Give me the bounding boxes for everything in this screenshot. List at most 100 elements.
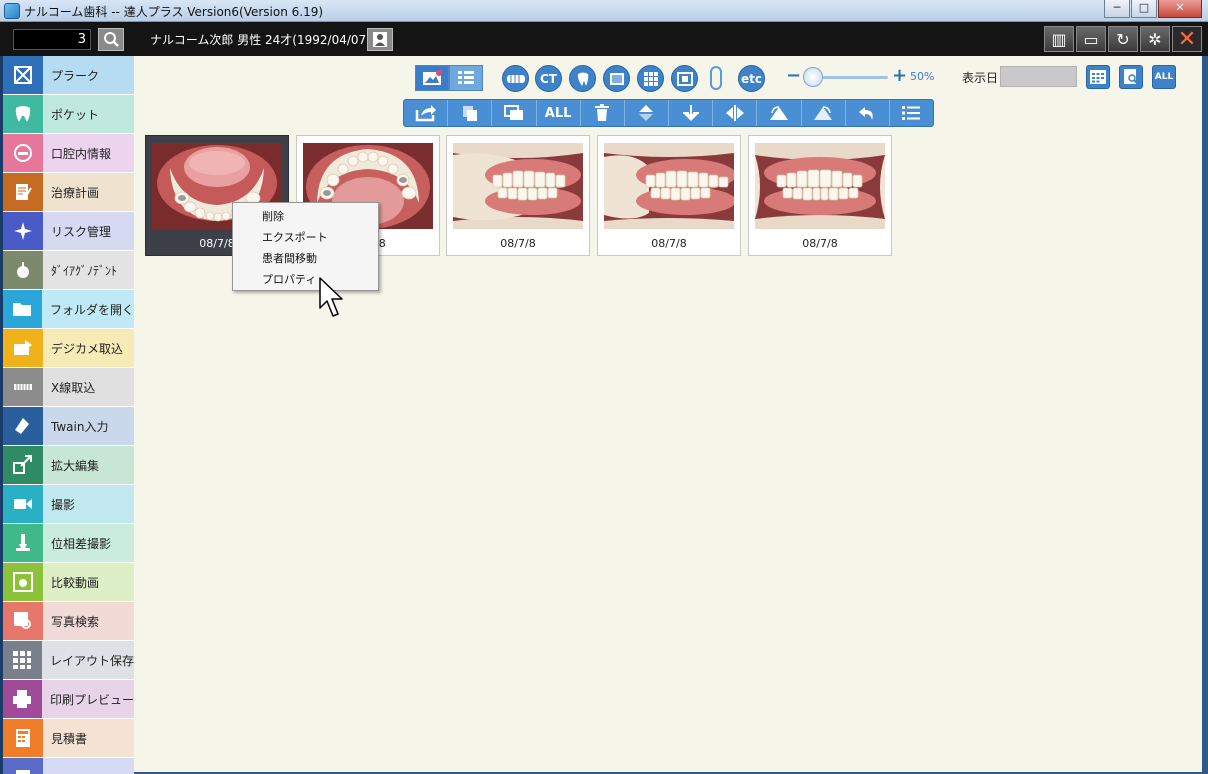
sidebar-item[interactable]: Twain入力	[3, 407, 134, 446]
estimate-icon	[3, 719, 43, 757]
flip-vertical-button[interactable]	[625, 100, 670, 126]
settings-button[interactable]: ✲	[1140, 26, 1170, 52]
select-all-button[interactable]: ALL	[537, 100, 581, 126]
zoom-value: 50%	[910, 70, 935, 83]
refresh-icon: ↻	[1116, 29, 1130, 49]
date-search-button[interactable]	[1119, 65, 1143, 89]
grid-filter-button[interactable]	[637, 65, 664, 92]
calendar-icon	[1090, 70, 1106, 84]
intraoral-filter-button[interactable]	[502, 65, 529, 92]
menu-item-move-patient[interactable]: 患者間移動	[233, 248, 378, 269]
plaque-icon	[3, 56, 43, 94]
tooth-filter-button[interactable]	[569, 65, 596, 92]
sidebar-item[interactable]: ﾀﾞｲｱｸﾞﾉﾃﾞﾝﾄ	[3, 251, 134, 290]
layout-icon	[3, 641, 42, 679]
print-icon	[3, 680, 42, 718]
frontal-photo	[755, 143, 885, 229]
photo-thumbnail-3[interactable]: 08/7/8	[446, 135, 590, 256]
link-icon[interactable]	[710, 66, 722, 90]
flip-horizontal-button[interactable]	[713, 100, 758, 126]
folder-icon	[3, 290, 42, 328]
rotate-right-icon	[814, 106, 833, 120]
sidebar-item[interactable]: 位相差撮影	[3, 524, 134, 563]
sidebar-item[interactable]: ポケット	[3, 95, 134, 134]
duplicate-button[interactable]	[492, 100, 537, 126]
grid-icon	[643, 71, 658, 86]
menu-item-delete[interactable]: 削除	[233, 206, 378, 227]
photo-thumbnail-4[interactable]: 08/7/8	[597, 135, 741, 256]
zoom-edit-icon	[3, 446, 43, 484]
rotate-right-button[interactable]	[802, 100, 846, 126]
sidebar-item-label: 印刷プレビュー	[49, 692, 134, 707]
camera-import-icon	[3, 329, 43, 367]
sidebar-item-label: X線取込	[51, 380, 96, 395]
monitor-icon: ▭	[1083, 29, 1099, 49]
image-view-icon	[423, 70, 442, 85]
manual-button[interactable]: ▥	[1044, 26, 1074, 52]
list-button[interactable]	[890, 100, 933, 126]
patient-profile-button[interactable]	[367, 28, 393, 51]
thumbnail-context-menu: 削除 エクスポート 患者間移動 プロパティ	[232, 202, 379, 291]
sidebar-item-label: フォルダを開く	[49, 302, 134, 317]
undo-button[interactable]	[846, 100, 890, 126]
export-button[interactable]	[404, 100, 449, 126]
sidebar-item[interactable]: X線取込	[3, 368, 134, 407]
list-view-button[interactable]	[449, 65, 483, 91]
close-window-button[interactable]: ✕	[1158, 0, 1202, 18]
exit-button[interactable]: ✕	[1172, 26, 1202, 52]
menu-item-export[interactable]: エクスポート	[233, 227, 378, 248]
close-icon: ✕	[1177, 26, 1197, 52]
patient-id-input[interactable]: 3	[13, 29, 91, 50]
window-controls: ─ □ ✕	[1103, 0, 1202, 18]
minimize-button[interactable]: ─	[1104, 0, 1130, 18]
rotate-left-icon	[769, 106, 788, 120]
header-actions: ▥ ▭ ↻ ✲ ✕	[1042, 26, 1202, 52]
thumbnail-view-button[interactable]	[415, 65, 449, 91]
display-date-input[interactable]	[1000, 66, 1077, 87]
photo-search-icon	[3, 602, 43, 640]
patient-search-button[interactable]	[98, 28, 124, 51]
sidebar-item[interactable]: 見積書	[3, 719, 134, 758]
sidebar-item[interactable]: 写真検索	[3, 602, 134, 641]
monitor-button[interactable]: ▭	[1076, 26, 1106, 52]
xray-filter-button[interactable]	[603, 65, 630, 92]
calendar-button[interactable]	[1086, 65, 1110, 89]
sidebar-item[interactable]: プラーク	[3, 56, 134, 95]
etc-filter-button[interactable]: etc	[738, 65, 765, 92]
copy-button[interactable]	[448, 100, 493, 126]
sidebar-item[interactable]: フォルダを開く	[3, 290, 134, 329]
sidebar-item[interactable]: 拡大編集	[3, 446, 134, 485]
user-settings-icon: ✲	[1148, 29, 1162, 49]
ct-filter-button[interactable]: CT	[535, 65, 562, 92]
thumbnail-date: 08/7/8	[500, 237, 536, 250]
flip-down-button[interactable]	[669, 100, 714, 126]
sidebar-item[interactable]: 印刷プレビュー	[3, 680, 134, 719]
all-dates-button[interactable]: ALL	[1152, 65, 1176, 89]
menu-item-properties[interactable]: プロパティ	[233, 269, 378, 290]
refresh-button[interactable]: ↻	[1108, 26, 1138, 52]
photo-thumbnail-5[interactable]: 08/7/8	[748, 135, 892, 256]
zoom-slider-handle[interactable]	[803, 67, 823, 87]
film-filter-button[interactable]	[671, 65, 698, 92]
mouth-icon	[3, 134, 43, 172]
patient-info: ナルコーム次郎 男性 24才(1992/04/07)	[150, 33, 371, 47]
zoom-out-button[interactable]: −	[786, 65, 801, 86]
sidebar-item[interactable]: 比較動画	[3, 563, 134, 602]
sidebar-item[interactable]: レイアウト保存	[3, 641, 134, 680]
sidebar-item-label: 口腔内情報	[51, 146, 112, 161]
tooth-pocket-icon	[3, 95, 43, 133]
sidebar-item-label: 写真検索	[51, 614, 100, 629]
xray-image-icon	[609, 72, 624, 85]
compare-video-icon	[3, 563, 43, 601]
sidebar-item[interactable]: 治療計画	[3, 173, 134, 212]
zoom-in-button[interactable]: +	[892, 65, 907, 86]
sidebar-item[interactable]: 撮影	[3, 485, 134, 524]
rotate-left-button[interactable]	[757, 100, 802, 126]
sidebar-item[interactable]: デジカメ取込	[3, 329, 134, 368]
maximize-button[interactable]: □	[1131, 0, 1157, 18]
sidebar-item[interactable]: リスク管理	[3, 212, 134, 251]
sidebar-item[interactable]	[3, 758, 134, 774]
xray-icon	[3, 368, 43, 406]
delete-button[interactable]	[581, 100, 625, 126]
sidebar-item[interactable]: 口腔内情報	[3, 134, 134, 173]
